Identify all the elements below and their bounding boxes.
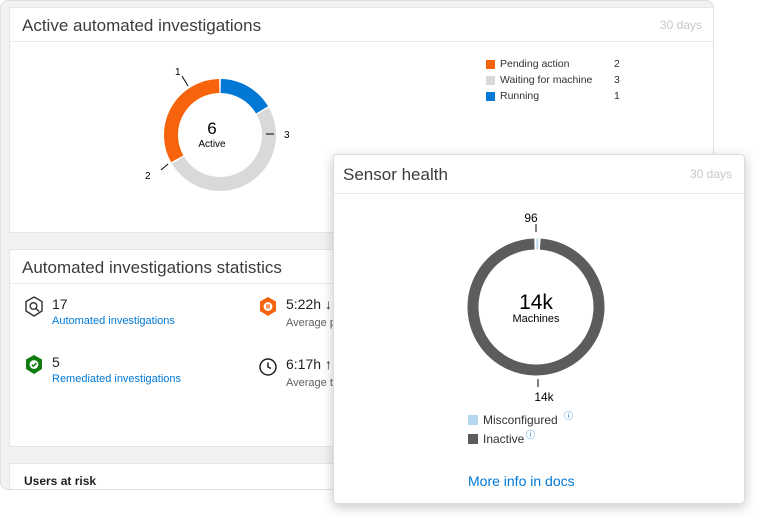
automated-investigations-link[interactable]: Automated investigations — [52, 315, 175, 327]
stat-label: Average p — [286, 317, 336, 329]
segment-label-pending: 2 — [145, 171, 151, 182]
legend-count: 2 — [614, 58, 620, 70]
legend-label: Inactive — [483, 432, 525, 446]
info-icon[interactable]: ⓘ — [526, 428, 535, 441]
time-range: 30 days — [659, 18, 702, 32]
sensor-donut-chart: 96 14k 14k Machines — [467, 211, 605, 404]
remediated-shield-icon — [26, 355, 42, 374]
active-legend: Pending action 2 Waiting for machine 3 R… — [486, 58, 646, 106]
legend-label: Waiting for machine — [500, 74, 593, 86]
legend-label: Misconfigured — [483, 413, 558, 427]
legend-count: 3 — [614, 74, 620, 86]
donut-center-label: Active — [198, 139, 226, 150]
legend-swatch — [468, 415, 478, 425]
segment-label-waiting: 3 — [284, 130, 290, 141]
legend-label: Running — [500, 90, 540, 102]
stat-value: 6:17h ↑ — [286, 356, 332, 372]
segment-label-running: 1 — [175, 67, 181, 78]
stat-value: 5:22h ↓ — [286, 296, 332, 312]
stat-remediated-investigations: 5 Remediated investigations — [24, 354, 244, 394]
legend-swatch — [468, 434, 478, 444]
callout-line-pending — [160, 163, 169, 171]
legend-swatch — [486, 92, 495, 101]
callout-line-running — [181, 75, 189, 87]
stat-label: Average t — [286, 377, 333, 389]
more-info-link[interactable]: More info in docs — [468, 473, 575, 489]
stat-value: 5 — [52, 354, 60, 370]
legend-swatch — [486, 76, 495, 85]
donut-center-label: Machines — [512, 313, 560, 325]
sensor-health-card: Sensor health 30 days 96 14k 14k Machine… — [333, 154, 745, 504]
donut-segment-running[interactable] — [220, 79, 269, 114]
donut-center-value: 6 — [207, 119, 216, 138]
legend-swatch — [486, 60, 495, 69]
card-title: Sensor health — [343, 165, 448, 184]
card-title: Automated investigations statistics — [22, 258, 282, 277]
pending-time-icon — [260, 297, 276, 316]
legend-label: Pending action — [500, 58, 570, 70]
donut-center-value: 14k — [519, 291, 553, 314]
segment-label-inactive: 14k — [534, 390, 554, 404]
legend-item-pending[interactable]: Pending action 2 — [486, 58, 646, 74]
legend-item-running[interactable]: Running 1 — [486, 90, 646, 106]
remediated-investigations-link[interactable]: Remediated investigations — [52, 373, 181, 385]
divider — [334, 193, 744, 194]
investigation-icon — [25, 296, 43, 317]
legend-item-misconfigured[interactable]: Misconfigured ⓘ — [468, 411, 588, 429]
legend-count: 1 — [614, 90, 620, 102]
info-icon[interactable]: ⓘ — [564, 409, 573, 422]
active-donut-chart: 1 3 2 6 Active — [145, 67, 290, 191]
card-title: Active automated investigations — [22, 16, 262, 35]
stat-value: 17 — [52, 296, 68, 312]
stat-automated-investigations: 17 Automated investigations — [24, 296, 244, 336]
legend-item-inactive[interactable]: Inactive ⓘ — [468, 430, 588, 448]
card-title: Users at risk — [24, 474, 97, 488]
segment-label-misconfigured: 96 — [524, 211, 538, 225]
clock-icon — [259, 358, 277, 376]
time-range: 30 days — [689, 167, 732, 181]
legend-item-waiting[interactable]: Waiting for machine 3 — [486, 74, 646, 90]
